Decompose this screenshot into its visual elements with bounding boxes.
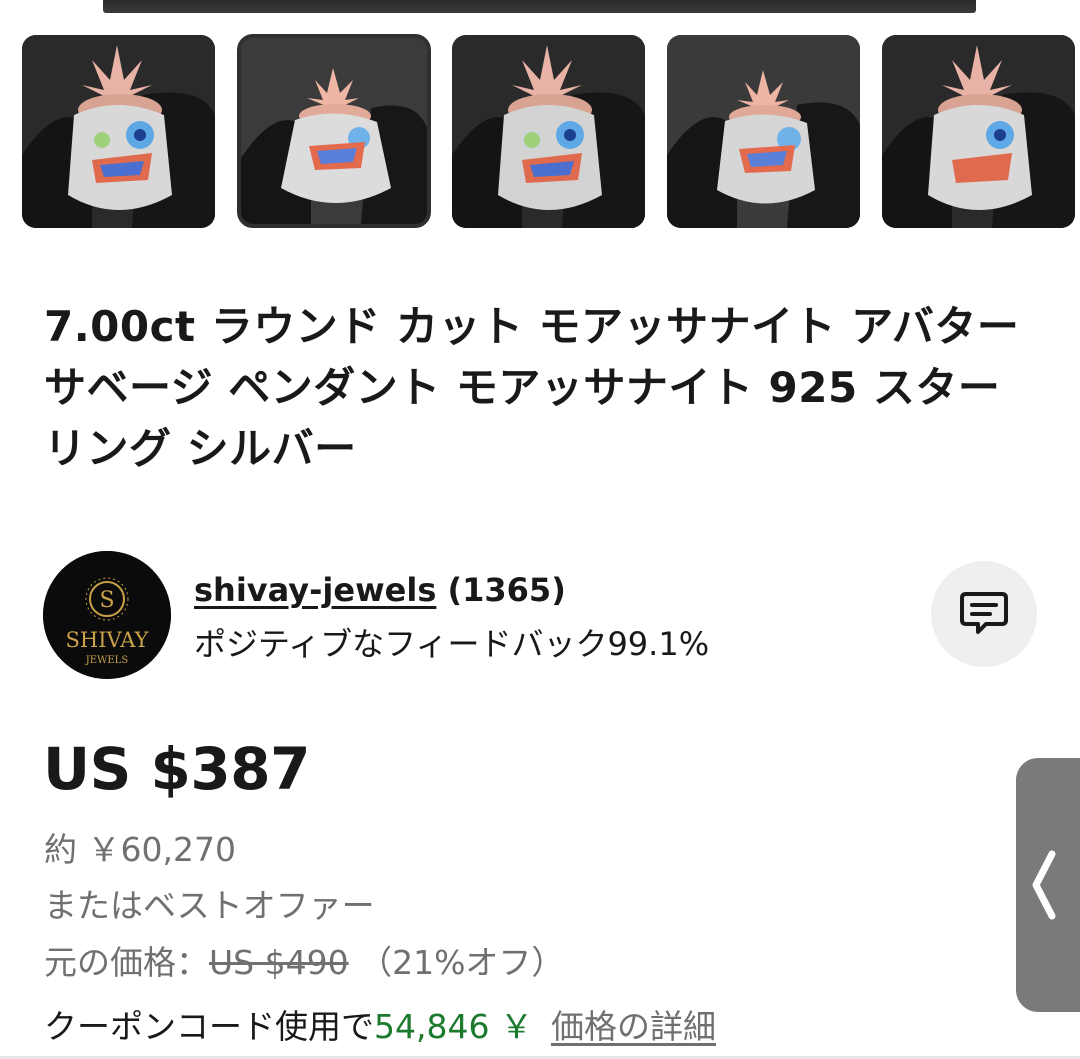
main-product-image-edge bbox=[103, 0, 976, 13]
thumbnail-gallery bbox=[22, 34, 1080, 230]
avatar-logo-sub: JEWELS bbox=[85, 655, 129, 666]
coupon-prefix: クーポンコード使用で bbox=[44, 1007, 374, 1046]
coupon-price: 54,846 ￥ bbox=[374, 1007, 533, 1046]
thumbnail-5[interactable] bbox=[882, 35, 1075, 228]
thumbnail-1[interactable] bbox=[22, 35, 215, 228]
original-price-line: 元の価格：US $490 （21%オフ） bbox=[44, 936, 564, 984]
price: US $387 bbox=[43, 735, 311, 803]
thumbnail-2[interactable] bbox=[237, 34, 431, 228]
thumbnail-4[interactable] bbox=[667, 35, 860, 228]
best-offer-text: またはベストオファー bbox=[44, 886, 375, 925]
original-price-label: 元の価格： bbox=[44, 943, 209, 982]
price-details-link[interactable]: 価格の詳細 bbox=[551, 1007, 716, 1046]
discount-text: （21%オフ） bbox=[359, 943, 565, 982]
seller-feedback: ポジティブなフィードバック99.1% bbox=[194, 625, 710, 663]
avatar-logo-letter: S bbox=[99, 588, 114, 613]
side-panel-handle[interactable] bbox=[1016, 758, 1080, 1012]
coupon-line: クーポンコード使用で54,846 ￥ 価格の詳細 bbox=[44, 1000, 716, 1048]
original-price: US $490 bbox=[209, 943, 349, 982]
seller-avatar[interactable]: S SHIVAY JEWELS bbox=[43, 551, 171, 679]
listing-title: 7.00ct ラウンド カット モアッサナイト アバター サベージ ペンダント … bbox=[44, 302, 1020, 473]
message-seller-button[interactable] bbox=[931, 561, 1037, 667]
thumbnail-3[interactable] bbox=[452, 35, 645, 228]
seller-info: S SHIVAY JEWELS shivay-jewels (1365) ポジテ… bbox=[43, 551, 1043, 681]
seller-name-line: shivay-jewels (1365) bbox=[194, 571, 566, 609]
chevron-left-icon bbox=[1032, 850, 1056, 920]
message-icon bbox=[960, 592, 1008, 634]
avatar-logo-name: SHIVAY bbox=[66, 628, 150, 652]
approx-price: 約 ￥60,270 bbox=[44, 830, 236, 869]
seller-rating-count: (1365) bbox=[447, 571, 566, 609]
seller-name-link[interactable]: shivay-jewels bbox=[194, 571, 436, 609]
